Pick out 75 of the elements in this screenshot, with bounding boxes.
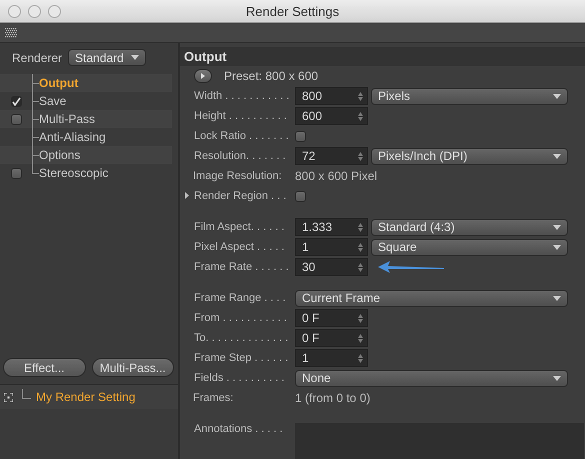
caret-icon: [553, 376, 561, 380]
info-label: Frames:: [193, 392, 234, 404]
caret-icon: [553, 224, 561, 230]
field-label: Frame Rate . . . . . .: [194, 261, 290, 273]
number-field[interactable]: 1.333: [295, 218, 368, 236]
stepper-icon[interactable]: [358, 222, 363, 232]
field-label: Height . . . . . . . . . .: [194, 110, 288, 122]
caret-icon: [553, 296, 561, 300]
number-field[interactable]: 30: [295, 258, 368, 276]
dropdown[interactable]: Current Frame: [295, 290, 568, 306]
checkbox[interactable]: [10, 168, 22, 178]
tree-line: [22, 389, 31, 399]
play-icon: [201, 73, 205, 79]
info-value: 800 x 600 Pixel: [295, 169, 378, 183]
field-label: Fields . . . . . . . . . .: [194, 372, 286, 384]
tree-item[interactable]: Save: [39, 94, 66, 108]
panel-button[interactable]: Effect...: [3, 358, 86, 377]
number-field[interactable]: 1: [295, 349, 368, 367]
window-control-icon[interactable]: [28, 4, 41, 18]
stepper-icon[interactable]: [358, 262, 363, 272]
play-button[interactable]: [194, 69, 212, 83]
number-field[interactable]: 800: [295, 87, 368, 105]
number-field[interactable]: 0 F: [295, 329, 368, 347]
field-label: Render Region . . .: [194, 190, 288, 202]
renderer-dropdown[interactable]: Standard: [68, 49, 146, 66]
field-label: Frame Step . . . . . .: [194, 352, 290, 364]
dropdown[interactable]: Pixels: [371, 88, 568, 104]
checkbox[interactable]: [295, 130, 306, 142]
dropdown[interactable]: Pixels/Inch (DPI): [371, 148, 568, 164]
section-header: Output: [180, 47, 585, 66]
caret-icon: [131, 55, 140, 60]
expand-triangle-icon[interactable]: [185, 192, 189, 199]
stepper-icon[interactable]: [358, 314, 363, 322]
field-label: Resolution. . . . . . .: [194, 150, 287, 162]
caret-icon: [553, 94, 561, 98]
stepper-icon[interactable]: [358, 242, 363, 252]
field-label: Pixel Aspect . . . . .: [194, 241, 286, 253]
tree-item[interactable]: Options: [39, 148, 80, 162]
grip-icon[interactable]: [5, 28, 17, 38]
checkbox[interactable]: [10, 114, 22, 124]
checkbox[interactable]: [295, 190, 306, 202]
field-label: Width . . . . . . . . . . .: [194, 90, 290, 102]
field-label: Lock Ratio . . . . . . .: [194, 130, 290, 142]
dropdown[interactable]: None: [295, 370, 568, 386]
window-control-icon[interactable]: [48, 4, 61, 18]
window-control-icon[interactable]: [8, 4, 21, 18]
stepper-icon[interactable]: [358, 112, 363, 120]
info-label: Image Resolution:: [193, 170, 283, 182]
tree-item[interactable]: Output: [39, 76, 78, 90]
field-label: Annotations . . . . .: [194, 423, 284, 435]
window-title: Render Settings: [246, 4, 340, 18]
tree-item[interactable]: Anti-Aliasing: [39, 130, 106, 144]
info-value: 1 (from 0 to 0): [295, 391, 370, 405]
number-field[interactable]: 0 F: [295, 309, 368, 327]
stepper-icon[interactable]: [358, 152, 363, 160]
stepper-icon[interactable]: [358, 92, 363, 100]
checkbox[interactable]: [10, 96, 22, 106]
number-field[interactable]: 600: [295, 107, 368, 125]
number-field[interactable]: 72: [295, 147, 368, 165]
tree-item[interactable]: Stereoscopic: [39, 166, 108, 180]
target-icon: [4, 392, 13, 402]
dropdown[interactable]: Square: [371, 238, 568, 256]
stepper-icon[interactable]: [358, 334, 363, 342]
preset-label: Preset: 800 x 600: [224, 69, 318, 83]
panel-button[interactable]: Multi-Pass...: [92, 358, 174, 377]
stepper-icon[interactable]: [358, 354, 363, 362]
dropdown[interactable]: Standard (4:3): [371, 218, 568, 236]
renderer-label: Renderer: [12, 50, 62, 64]
caret-icon: [553, 154, 561, 158]
field-label: To. . . . . . . . . . . . . .: [194, 332, 290, 344]
field-label: Frame Range . . . .: [194, 292, 287, 304]
field-label: Film Aspect. . . . . .: [194, 221, 286, 233]
caret-icon: [553, 244, 561, 250]
number-field[interactable]: 1: [295, 238, 368, 256]
field-label: From . . . . . . . . . . .: [194, 312, 288, 324]
